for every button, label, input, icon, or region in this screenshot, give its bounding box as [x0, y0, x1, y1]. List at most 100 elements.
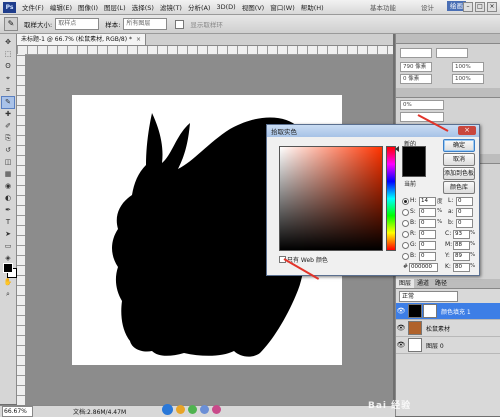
lab-b-input[interactable]: 0 [456, 219, 473, 228]
move-tool-icon[interactable]: ✥ [2, 37, 14, 48]
color-field[interactable] [279, 146, 383, 251]
eye-icon[interactable]: 👁 [396, 341, 406, 349]
minimize-button[interactable]: – [463, 2, 473, 12]
menu-analysis[interactable]: 分析(A) [185, 2, 214, 12]
document-tab[interactable]: 未标题-1 @ 66.7% (松鼠素材, RGB/8) * × [17, 34, 146, 45]
k-input[interactable]: 80 [453, 263, 470, 272]
current-color-swatch[interactable] [402, 161, 426, 177]
blue-radio[interactable] [402, 253, 409, 260]
eye-icon[interactable]: 👁 [396, 307, 406, 315]
a-input[interactable]: 0 [456, 208, 473, 217]
menu-image[interactable]: 图像(I) [75, 2, 101, 12]
stamp-tool-icon[interactable]: ⎘ [2, 133, 14, 144]
blur-tool-icon[interactable]: ◉ [2, 181, 14, 192]
sample-select[interactable]: 所有图层 [123, 18, 168, 30]
menu-layer[interactable]: 图层(L) [101, 2, 129, 12]
app-icon-2[interactable] [188, 405, 197, 414]
tab-paths[interactable]: 路径 [432, 279, 450, 288]
maximize-button[interactable]: □ [475, 2, 485, 12]
path-select-tool-icon[interactable]: ➤ [2, 229, 14, 240]
workspace-essentials[interactable]: 基本功能 [370, 2, 396, 12]
offset-field[interactable]: 0 像素 [400, 74, 432, 84]
text-tool-icon[interactable]: T [2, 217, 14, 228]
dialog-close-button[interactable]: × [458, 126, 476, 135]
b-input[interactable]: 0 [419, 219, 436, 228]
panel-tabs-top[interactable] [396, 34, 500, 44]
l-input[interactable]: 0 [456, 197, 473, 206]
crop-tool-icon[interactable]: ⌗ [2, 85, 14, 96]
eye-icon[interactable]: 👁 [396, 324, 406, 332]
search-icon[interactable] [162, 404, 173, 415]
menu-view[interactable]: 视图(V) [239, 2, 268, 12]
zoom-tool-icon[interactable]: ⌕ [2, 289, 14, 300]
eraser-tool-icon[interactable]: ◫ [2, 157, 14, 168]
r-radio[interactable] [402, 231, 409, 238]
h-input[interactable]: 14 [419, 197, 436, 206]
dodge-tool-icon[interactable]: ◐ [2, 193, 14, 204]
heal-tool-icon[interactable]: ✚ [2, 109, 14, 120]
app-icon-1[interactable] [176, 405, 185, 414]
width-field[interactable]: 790 像素 [400, 62, 432, 72]
panel-tabs-mid[interactable] [396, 88, 500, 98]
workspace-design[interactable]: 设计 [421, 2, 434, 12]
floating-icons [162, 403, 221, 416]
percent-field-2[interactable]: 100% [452, 74, 484, 84]
marquee-tool-icon[interactable]: ⬚ [2, 49, 14, 60]
close-button[interactable]: × [487, 2, 497, 12]
menu-select[interactable]: 选择(S) [129, 2, 157, 12]
menu-3d[interactable]: 3D(D) [213, 3, 238, 11]
blend-mode-select[interactable]: 正常 [399, 291, 458, 302]
m-input[interactable]: 88 [453, 241, 470, 250]
add-to-swatches-button[interactable]: 添加到色板 [443, 167, 475, 180]
gradient-tool-icon[interactable]: ▦ [2, 169, 14, 180]
panel-field-1[interactable] [400, 48, 432, 58]
s-input[interactable]: 0 [419, 208, 436, 217]
b-radio[interactable] [402, 220, 409, 227]
blue-input[interactable]: 0 [419, 252, 436, 261]
sample-size-select[interactable]: 取样点 [55, 18, 100, 30]
y-input[interactable]: 89 [453, 252, 470, 261]
g-radio[interactable] [402, 242, 409, 249]
history-brush-tool-icon[interactable]: ↺ [2, 145, 14, 156]
app-icon-4[interactable] [212, 405, 221, 414]
layer-row-color-fill[interactable]: 👁 颜色填充 1 [396, 303, 500, 320]
eyedropper-tool-icon[interactable]: ✎ [1, 96, 15, 109]
menu-filter[interactable]: 滤镜(T) [157, 2, 185, 12]
color-libraries-button[interactable]: 颜色库 [443, 181, 475, 194]
zoom-percent-field[interactable]: 0% [400, 100, 444, 110]
eyedropper-icon[interactable]: ✎ [4, 17, 18, 31]
menu-window[interactable]: 窗口(W) [267, 2, 298, 12]
hue-slider-handle-icon[interactable] [395, 146, 399, 152]
panel-field-2[interactable] [436, 48, 468, 58]
layer-row-squirrel[interactable]: 👁 松鼠素材 [396, 320, 500, 337]
document-size-info[interactable]: 文档:2.86M/4.47M [73, 407, 126, 416]
menu-edit[interactable]: 编辑(E) [47, 2, 75, 12]
c-input[interactable]: 93 [453, 230, 470, 239]
menu-help[interactable]: 帮助(H) [298, 2, 327, 12]
hue-slider[interactable] [386, 146, 396, 251]
close-tab-icon[interactable]: × [136, 34, 141, 45]
g-input[interactable]: 0 [419, 241, 436, 250]
hex-input[interactable]: 000000 [409, 263, 438, 272]
r-input[interactable]: 0 [419, 230, 436, 239]
app-icon-3[interactable] [200, 405, 209, 414]
zoom-field[interactable]: 66.67% [2, 406, 33, 417]
s-radio[interactable] [402, 209, 409, 216]
ok-button[interactable]: 确定 [443, 139, 475, 152]
foreground-color-swatch[interactable] [3, 263, 13, 273]
show-ring-checkbox[interactable] [175, 19, 185, 29]
quick-select-tool-icon[interactable]: ⌖ [2, 73, 14, 84]
tab-layers[interactable]: 图层 [396, 279, 415, 288]
shape-tool-icon[interactable]: ▭ [2, 241, 14, 252]
h-radio[interactable] [402, 198, 409, 205]
cancel-button[interactable]: 取消 [443, 153, 475, 166]
layer-row-layer0[interactable]: 👁 图层 0 [396, 337, 500, 354]
hand-tool-icon[interactable]: ✋ [2, 277, 14, 288]
pen-tool-icon[interactable]: ✒ [2, 205, 14, 216]
menu-file[interactable]: 文件(F) [19, 2, 47, 12]
lasso-tool-icon[interactable]: ʘ [2, 61, 14, 72]
tab-channels[interactable]: 通道 [414, 279, 432, 288]
percent-field[interactable]: 100% [452, 62, 484, 72]
layer-thumbnail [408, 321, 422, 335]
brush-tool-icon[interactable]: ✐ [2, 121, 14, 132]
